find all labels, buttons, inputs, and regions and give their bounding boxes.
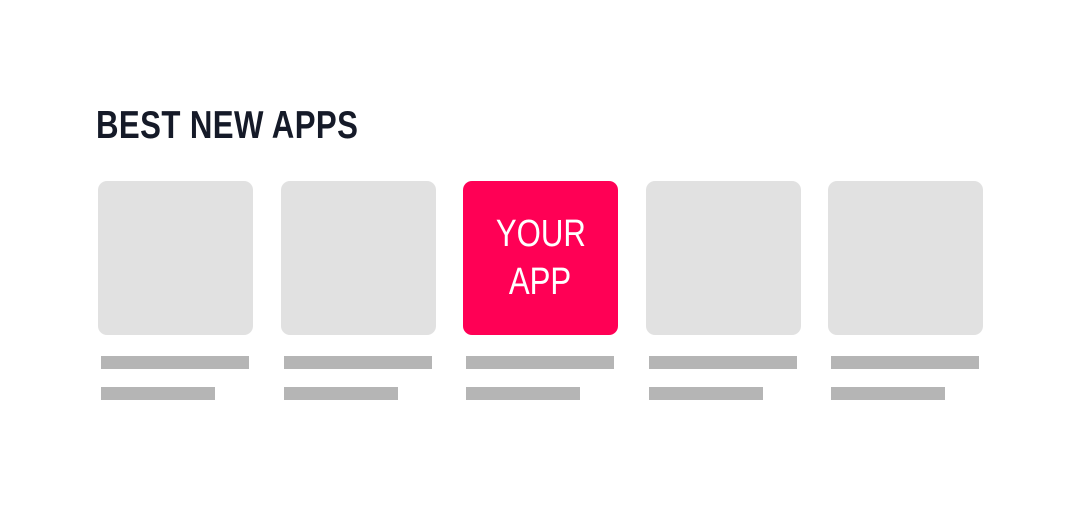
app-icon-placeholder[interactable] [646,181,801,335]
app-name-placeholder [284,356,432,369]
your-app-label-line2: APP [509,261,572,303]
app-card-your-app[interactable]: YOUR APP [463,181,618,400]
app-subtitle-placeholder [101,387,215,400]
your-app-label-line1: YOUR [495,213,586,255]
app-card-1[interactable] [98,181,253,400]
app-name-placeholder [101,356,249,369]
app-card-5[interactable] [828,181,983,400]
app-card-4[interactable] [646,181,801,400]
app-icon-placeholder[interactable] [281,181,436,335]
app-card-2[interactable] [281,181,436,400]
your-app-tile[interactable]: YOUR APP [463,181,618,335]
section-title: BEST NEW APPS [96,104,359,147]
app-icon-placeholder[interactable] [98,181,253,335]
app-name-placeholder [466,356,614,369]
app-subtitle-placeholder [284,387,398,400]
app-subtitle-placeholder [831,387,945,400]
app-subtitle-placeholder [466,387,580,400]
app-name-placeholder [649,356,797,369]
app-subtitle-placeholder [649,387,763,400]
app-name-placeholder [831,356,979,369]
app-icon-placeholder[interactable] [828,181,983,335]
